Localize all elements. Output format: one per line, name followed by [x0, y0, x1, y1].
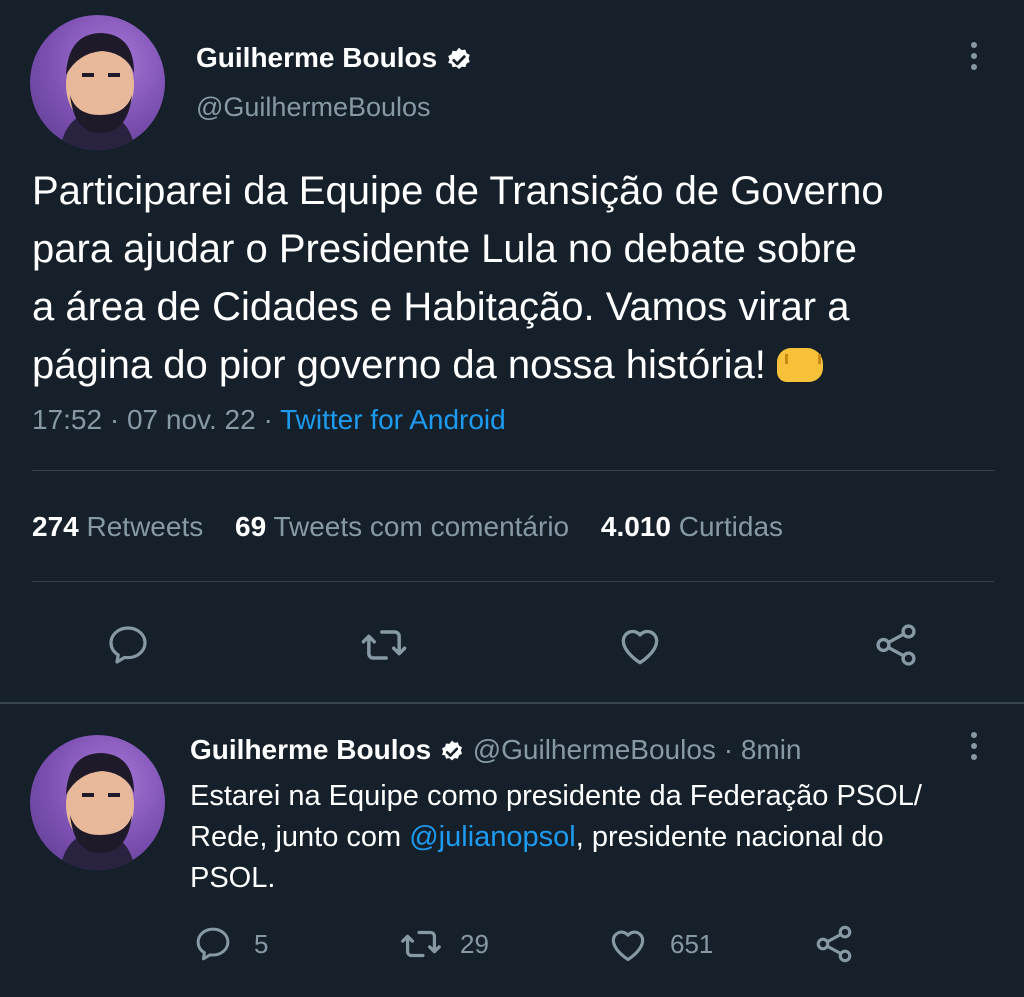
divider [32, 581, 994, 582]
likes-count: 4.010 [600, 511, 671, 542]
share-action[interactable] [812, 922, 856, 966]
oncoming-fist-emoji-icon [776, 348, 823, 382]
reply-action[interactable]: 5 [192, 922, 268, 966]
author-handle[interactable]: @GuilhermeBoulos [473, 734, 716, 765]
author-name[interactable]: Guilherme Boulos [196, 42, 437, 73]
reply-count: 5 [254, 928, 269, 959]
reply-text-line: Rede, junto com [190, 821, 410, 853]
meta-separator: · [109, 404, 120, 435]
divider [32, 470, 994, 471]
user-avatar-icon [60, 33, 135, 150]
verified-badge-icon [448, 47, 470, 69]
reply-icon [196, 927, 230, 961]
tweet-time[interactable]: 17:52 [32, 404, 102, 435]
reply-button[interactable] [100, 617, 156, 673]
retweet-icon [361, 630, 407, 660]
more-options-icon[interactable] [968, 42, 980, 75]
quotes-stat[interactable]: 69 Tweets com comentário [235, 511, 577, 542]
user-avatar-icon [60, 753, 135, 870]
tweet-text-line: Participarei da Equipe de Transição de G… [32, 169, 884, 213]
reply-icon [109, 626, 147, 664]
retweet-icon [401, 930, 441, 958]
tweet-meta: 17:52 · 07 nov. 22 · Twitter for Android [32, 404, 506, 436]
divider [0, 702, 1024, 704]
retweets-count: 274 [32, 511, 79, 542]
quotes-count: 69 [235, 511, 267, 542]
tweet-stats: 274 Retweets 69 Tweets com comentário 4.… [32, 511, 783, 543]
retweet-count: 29 [460, 928, 489, 959]
retweet-button[interactable] [356, 617, 412, 673]
retweets-stat[interactable]: 274 Retweets [32, 511, 211, 542]
retweet-action[interactable]: 29 [398, 922, 489, 966]
avatar[interactable] [30, 735, 165, 870]
author-name[interactable]: Guilherme Boulos [190, 734, 431, 765]
reply-text-line: Estarei na Equipe como presidente da Fed… [190, 780, 922, 812]
like-button[interactable] [612, 617, 668, 673]
likes-stat[interactable]: 4.010 Curtidas [601, 511, 783, 542]
like-count: 651 [670, 928, 714, 959]
like-action[interactable]: 651 [606, 922, 713, 966]
reply-text: Estarei na Equipe como presidente da Fed… [190, 776, 922, 899]
avatar[interactable] [30, 15, 165, 150]
heart-icon [611, 930, 645, 962]
tweet-date[interactable]: 07 nov. 22 [127, 404, 256, 435]
retweets-label: Retweets [86, 511, 204, 542]
quotes-label: Tweets com comentário [273, 511, 570, 542]
meta-separator: · [723, 734, 734, 765]
verified-badge-icon [441, 740, 462, 760]
tweet-text: Participarei da Equipe de Transição de G… [32, 162, 884, 394]
share-button[interactable] [868, 617, 924, 673]
meta-separator: · [263, 404, 273, 435]
more-options-icon[interactable] [968, 732, 980, 765]
share-icon [816, 925, 852, 963]
reply-text-line: PSOL. [190, 862, 276, 894]
tweet-source-link[interactable]: Twitter for Android [280, 404, 506, 435]
author-header: Guilherme Boulos [196, 40, 473, 76]
mention-link[interactable]: @julianopsol [409, 821, 575, 853]
tweet-text-line: página do pior governo da nossa história… [32, 343, 766, 387]
reply-text-line: , presidente nacional do [575, 821, 884, 853]
likes-label: Curtidas [678, 511, 784, 542]
reply-time[interactable]: 8min [741, 734, 802, 765]
tweet-text-line: a área de Cidades e Habitação. Vamos vir… [32, 285, 850, 329]
heart-icon [621, 629, 659, 665]
author-handle[interactable]: @GuilhermeBoulos [196, 92, 431, 123]
tweet-text-line: para ajudar o Presidente Lula no debate … [32, 227, 858, 271]
reply-header: Guilherme Boulos @GuilhermeBoulos · 8min [190, 732, 802, 768]
share-icon [876, 624, 916, 666]
